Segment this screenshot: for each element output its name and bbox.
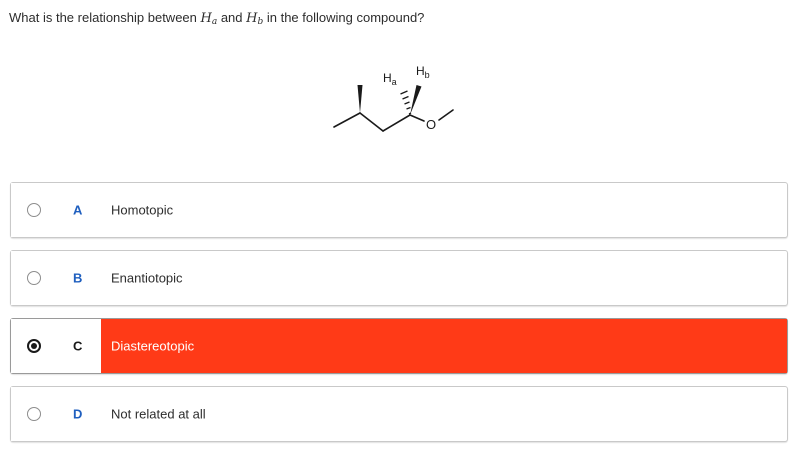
option-label: Enantiotopic — [111, 270, 183, 286]
option-d[interactable]: D Not related at all — [10, 386, 788, 442]
bond-2 — [359, 112, 384, 132]
hb-label: Hb — [416, 64, 430, 80]
wedge-methyl — [357, 85, 363, 113]
option-label: Homotopic — [111, 202, 174, 218]
wedge-hb — [410, 85, 422, 115]
option-letter: B — [73, 270, 83, 286]
bond-3 — [382, 114, 411, 132]
option-letter: D — [73, 406, 83, 422]
option-label: Not related at all — [111, 406, 206, 422]
question-middle: and — [217, 10, 247, 25]
option-letter: C — [73, 338, 83, 354]
question-prefix: What is the relationship between — [9, 10, 201, 25]
question-text: What is the relationship between Ha and … — [9, 10, 424, 27]
bond-5 — [438, 109, 454, 121]
radio-button-selected-icon[interactable] — [27, 339, 41, 353]
option-letter: A — [73, 202, 83, 218]
bond-1 — [333, 112, 361, 128]
radio-button-icon[interactable] — [27, 203, 41, 217]
radio-button-icon[interactable] — [27, 271, 41, 285]
compound-structure: Ha Hb O — [333, 64, 454, 132]
ha-label: Ha — [383, 71, 397, 87]
option-a[interactable]: A Homotopic — [10, 182, 788, 238]
question-suffix: in the following compound? — [263, 10, 425, 25]
hash-wedge-ha — [400, 90, 412, 115]
hb-symbol: Hb — [246, 11, 264, 27]
ha-symbol: Ha — [200, 11, 218, 27]
oxygen-label: O — [426, 117, 436, 132]
bond-4 — [409, 114, 425, 122]
selected-highlight: Diastereotopic — [101, 319, 787, 373]
option-label: Diastereotopic — [111, 338, 195, 354]
option-b[interactable]: B Enantiotopic — [10, 250, 788, 306]
radio-button-icon[interactable] — [27, 407, 41, 421]
option-c[interactable]: C Diastereotopic — [10, 318, 788, 374]
